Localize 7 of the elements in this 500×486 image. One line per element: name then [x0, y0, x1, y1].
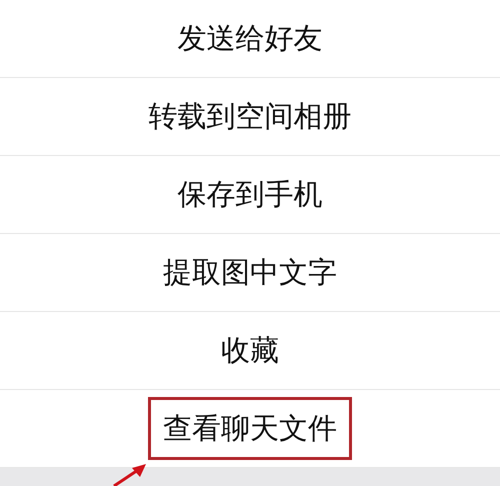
menu-item[interactable]: 查看聊天文件 — [148, 397, 352, 460]
menu-item[interactable]: 提取图中文字 — [148, 241, 352, 304]
menu-item[interactable]: 保存到手机 — [162, 163, 338, 226]
menu-item[interactable]: 转载到空间相册 — [134, 85, 366, 148]
menu-item[interactable]: 收藏 — [206, 319, 294, 382]
menu-item[interactable]: 发送给好友 — [162, 7, 338, 70]
arrow-icon — [112, 462, 148, 486]
